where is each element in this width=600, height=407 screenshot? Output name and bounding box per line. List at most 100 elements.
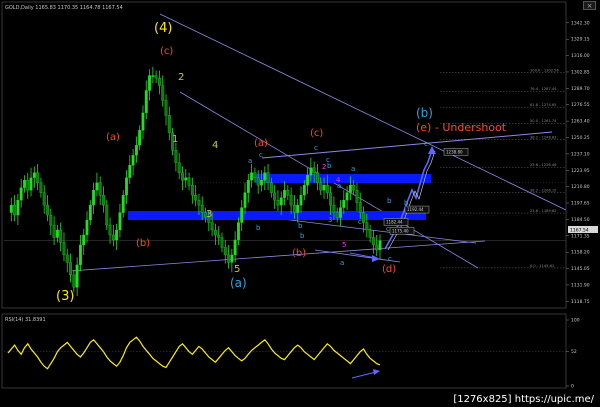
wave-label: 5	[234, 264, 240, 275]
candle-body	[335, 212, 339, 218]
candle-body	[312, 167, 316, 173]
wave-label: b	[300, 232, 305, 240]
wave-label: c	[424, 140, 428, 148]
candle-body	[358, 202, 362, 213]
candle-body	[190, 185, 194, 196]
price-tick-label: 1316.00	[571, 53, 590, 59]
wave-label: (d)	[382, 264, 396, 275]
candle-body	[197, 199, 201, 206]
candle-body	[289, 194, 293, 206]
candle-body	[256, 177, 260, 186]
price-tick-label: 1289.70	[571, 86, 590, 92]
wave-label: c	[358, 218, 362, 226]
candle-body	[210, 222, 214, 231]
candle-body	[233, 239, 237, 256]
price-tick-label: 1131.90	[571, 282, 590, 288]
candle-body	[230, 254, 234, 263]
wave-label: 5	[342, 241, 346, 249]
price-tick-label: 1197.65	[571, 201, 590, 207]
candle-body	[128, 165, 132, 178]
candle-body	[365, 222, 369, 231]
wave-label: (a)	[106, 132, 120, 143]
candle-body	[299, 194, 303, 206]
candle-body	[108, 224, 112, 236]
price-tick-label: 1342.30	[571, 20, 590, 26]
price-panel-title: GOLD,Daily 1165.83 1170.35 1164.78 1167.…	[5, 5, 123, 11]
price-tick-label: 1276.55	[571, 102, 590, 108]
candle-body	[23, 180, 26, 188]
candle-body	[217, 234, 221, 238]
candle-body	[362, 212, 365, 223]
fib-level-label: 38.2 - 1206.10	[530, 189, 557, 193]
candle-body	[348, 185, 352, 193]
rsi-tick-label: 100	[571, 318, 580, 324]
candle-body	[194, 194, 198, 201]
fib-level-label: 100.0 - 1302.56	[530, 68, 559, 72]
wave-label: c	[314, 144, 318, 152]
candle-body	[151, 75, 155, 77]
candle-body	[283, 189, 286, 198]
wave-label: b	[387, 197, 392, 205]
price-tick-label: 1329.15	[571, 37, 590, 43]
close-chart-button[interactable]: ×	[583, 1, 596, 10]
candle-body	[174, 150, 178, 163]
candle-body	[92, 189, 96, 206]
candle-body	[52, 224, 56, 238]
wave-label: (a)	[230, 276, 247, 290]
candle-body	[184, 177, 188, 181]
candle-body	[316, 172, 319, 183]
candle-body	[266, 172, 270, 183]
wave-label: 3	[328, 216, 332, 224]
candle-body	[220, 237, 224, 248]
candle-body	[309, 167, 313, 176]
candle-body	[36, 172, 40, 183]
candle-body	[144, 90, 148, 114]
wave-label: 4	[336, 176, 341, 184]
candle-body	[111, 234, 115, 241]
candle-body	[118, 212, 122, 231]
candle-body	[141, 112, 145, 131]
candle-body	[157, 77, 161, 86]
wave-label: (b)	[292, 248, 306, 259]
price-tick-label: 1302.85	[571, 69, 590, 75]
candle-body	[65, 254, 69, 263]
wave-label: b	[404, 199, 409, 207]
candle-body	[213, 229, 217, 236]
candle-body	[95, 182, 99, 191]
wave-label: 2	[178, 72, 184, 83]
candle-body	[286, 189, 290, 196]
candle-body	[69, 262, 72, 276]
candle-body	[39, 182, 43, 193]
candle-body	[55, 229, 59, 238]
candle-body	[332, 204, 336, 213]
wave-label: b	[256, 224, 261, 232]
candle-body	[378, 240, 382, 251]
candle-body	[342, 199, 346, 208]
candle-body	[131, 155, 135, 166]
candle-body	[154, 75, 158, 79]
candle-body	[164, 100, 168, 116]
wave-label: c	[388, 255, 392, 263]
candle-body	[88, 204, 92, 221]
wave-label: (b)	[136, 238, 150, 249]
candle-body	[138, 130, 142, 146]
wave-label: 3	[206, 209, 212, 220]
candle-body	[59, 229, 63, 243]
candle-body	[200, 204, 204, 213]
candle-body	[16, 199, 20, 216]
candle-body	[19, 187, 23, 201]
candle-body	[325, 185, 329, 193]
rsi-tick-label: 52	[571, 349, 577, 355]
candle-body	[345, 192, 349, 201]
wave-label: b	[298, 222, 303, 230]
wave-label: c	[326, 156, 330, 164]
candle-body	[250, 172, 254, 181]
candle-body	[246, 180, 250, 193]
price-tick-label: 1237.10	[571, 151, 590, 157]
wave-label: c	[386, 225, 390, 233]
fib-level-label: 76.4 - 1287.44	[530, 87, 557, 91]
fib-level-label: 50.0 - 1261.74	[530, 119, 557, 123]
candle-body	[85, 219, 89, 236]
price-tick-label: 1263.40	[571, 119, 590, 125]
candle-body	[368, 229, 372, 238]
